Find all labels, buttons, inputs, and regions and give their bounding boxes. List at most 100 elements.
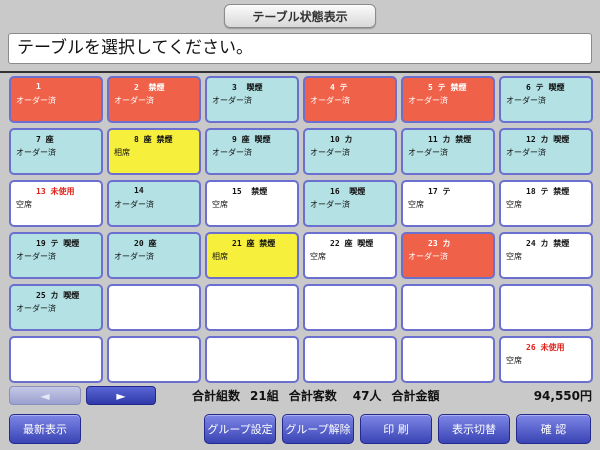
table-cell[interactable]: 19 テ 喫煙オーダー済 xyxy=(9,232,103,279)
table-cell-status: オーダー済 xyxy=(310,96,350,105)
table-cell[interactable]: 3 喫煙オーダー済 xyxy=(205,76,299,123)
table-cell[interactable]: 16 喫煙 オーダー済 xyxy=(303,180,397,227)
table-cell[interactable]: 22 座 喫煙 空席 xyxy=(303,232,397,279)
table-cell[interactable]: 17 テ空席 xyxy=(401,180,495,227)
table-cell-status: 空席 xyxy=(408,200,424,209)
table-cell[interactable] xyxy=(107,336,201,383)
total-amount-label: 合計金額 xyxy=(391,389,440,403)
table-cell-header: 15 禁煙 xyxy=(232,187,268,196)
total-groups-label: 合計組数 xyxy=(192,389,241,403)
table-cell-status: オーダー済 xyxy=(114,96,154,105)
total-groups-value: 21組 xyxy=(250,389,279,403)
total-guests-value: 47人 xyxy=(352,389,382,403)
table-cell-header: 18 テ 禁煙 xyxy=(526,187,570,196)
table-cell[interactable]: 12 カ 喫煙 オーダー済 xyxy=(499,128,593,175)
table-cell-status: オーダー済 xyxy=(114,200,154,209)
table-cell-header: 8 座 禁煙 xyxy=(134,135,173,144)
table-cell-status: オーダー済 xyxy=(212,148,252,157)
table-cell-header: 19 テ 喫煙 xyxy=(36,239,80,248)
table-cell-status: オーダー済 xyxy=(506,96,546,105)
display-switch-button[interactable]: 表示切替 xyxy=(438,414,510,444)
group-release-button[interactable]: グループ解除 xyxy=(282,414,354,444)
table-grid: 1 オーダー済 2 禁煙 オーダー済 3 喫煙 オーダー済 4 テオーダー済 5 テ 禁煙 オー… xyxy=(9,76,593,383)
table-cell[interactable]: 25 カ 喫煙 オーダー済 xyxy=(9,284,103,331)
table-cell[interactable]: 4 テオーダー済 xyxy=(303,76,397,123)
total-amount-value: 94,550円 xyxy=(533,389,592,403)
table-cell-status: オーダー済 xyxy=(408,252,448,261)
table-cell-header xyxy=(16,342,101,353)
table-cell-status: オーダー済 xyxy=(114,252,154,261)
table-cell[interactable]: 11 カ 禁煙オーダー済 xyxy=(401,128,495,175)
group-set-button[interactable]: グループ設定 xyxy=(204,414,276,444)
table-cell-header: 7 座 xyxy=(36,135,54,144)
table-cell[interactable]: 5 テ 禁煙オーダー済 xyxy=(401,76,495,123)
table-cell[interactable]: 10 カオーダー済 xyxy=(303,128,397,175)
table-cell-status: 空席 xyxy=(16,200,32,209)
next-page-button[interactable]: ► xyxy=(86,386,156,405)
table-cell-header: 2 禁煙 xyxy=(134,83,165,92)
arrow-left-icon: ◄ xyxy=(40,388,50,403)
total-guests-label: 合計客数 xyxy=(288,389,337,403)
table-cell[interactable]: 6 テ 喫煙オーダー済 xyxy=(499,76,593,123)
table-cell-status: オーダー済 xyxy=(16,304,56,313)
table-cell[interactable]: 1 オーダー済 xyxy=(9,76,103,123)
table-cell[interactable]: 14 オーダー済 xyxy=(107,180,201,227)
table-cell-status: オーダー済 xyxy=(310,200,350,209)
table-cell-status: 空席 xyxy=(506,252,522,261)
prev-page-button[interactable]: ◄ xyxy=(9,386,81,405)
table-cell-header: 17 テ xyxy=(428,187,451,196)
table-cell-status: 空席 xyxy=(212,200,228,209)
table-cell[interactable]: 23 カオーダー済 xyxy=(401,232,495,279)
table-cell-status: 相席 xyxy=(114,148,130,157)
table-cell-header: 4 テ xyxy=(330,83,348,92)
table-cell[interactable] xyxy=(107,284,201,331)
table-cell[interactable]: 20 座オーダー済 xyxy=(107,232,201,279)
table-cell-status: オーダー済 xyxy=(506,148,546,157)
table-cell[interactable] xyxy=(499,284,593,331)
table-cell[interactable]: 26 未使用 空席 xyxy=(499,336,593,383)
table-cell[interactable] xyxy=(303,284,397,331)
confirm-button[interactable]: 確 認 xyxy=(516,414,591,444)
table-cell-header: 9 座 喫煙 xyxy=(232,135,271,144)
table-cell-header: 20 座 xyxy=(134,239,157,248)
table-cell[interactable]: 15 禁煙 空席 xyxy=(205,180,299,227)
print-button[interactable]: 印 刷 xyxy=(360,414,432,444)
table-cell-status: オーダー済 xyxy=(408,96,448,105)
table-cell-header xyxy=(408,290,493,301)
table-cell-header xyxy=(408,342,493,353)
table-cell-status: 空席 xyxy=(506,200,522,209)
table-cell-status: オーダー済 xyxy=(16,96,56,105)
table-cell-header: 5 テ 禁煙 xyxy=(428,83,467,92)
table-cell[interactable]: 2 禁煙オーダー済 xyxy=(107,76,201,123)
arrow-right-icon: ► xyxy=(116,388,126,403)
message-bar: テーブルを選択してください。 xyxy=(8,33,592,64)
table-cell[interactable] xyxy=(303,336,397,383)
table-cell[interactable]: 7 座オーダー済 xyxy=(9,128,103,175)
table-cell-header: 6 テ 喫煙 xyxy=(526,83,565,92)
table-cell[interactable] xyxy=(9,336,103,383)
table-cell[interactable] xyxy=(205,336,299,383)
table-cell[interactable]: 24 カ 禁煙 空席 xyxy=(499,232,593,279)
table-cell-header: 10 カ xyxy=(330,135,353,144)
table-cell[interactable]: 13 未使用 空席 xyxy=(9,180,103,227)
table-cell[interactable]: 18 テ 禁煙 空席 xyxy=(499,180,593,227)
table-cell[interactable] xyxy=(401,336,495,383)
refresh-button[interactable]: 最新表示 xyxy=(9,414,81,444)
table-cell-header xyxy=(310,342,395,353)
table-cell-status: オーダー済 xyxy=(16,252,56,261)
table-cell-header: 26 未使用 xyxy=(526,343,565,352)
table-cell-status: オーダー済 xyxy=(16,148,56,157)
table-cell[interactable]: 8 座 禁煙 相席 xyxy=(107,128,201,175)
table-cell-status: オーダー済 xyxy=(408,148,448,157)
table-cell[interactable]: 9 座 喫煙オーダー済 xyxy=(205,128,299,175)
table-cell[interactable]: 21 座 禁煙 相席 xyxy=(205,232,299,279)
screen-title: テーブル状態表示 xyxy=(224,4,376,28)
table-cell-header: 14 xyxy=(134,186,144,195)
table-cell-status: オーダー済 xyxy=(212,96,252,105)
divider xyxy=(0,71,600,73)
table-cell-header: 23 カ xyxy=(428,239,451,248)
table-cell-header: 11 カ 禁煙 xyxy=(428,135,472,144)
table-cell[interactable] xyxy=(205,284,299,331)
table-cell[interactable] xyxy=(401,284,495,331)
table-cell-header: 3 喫煙 xyxy=(232,83,263,92)
